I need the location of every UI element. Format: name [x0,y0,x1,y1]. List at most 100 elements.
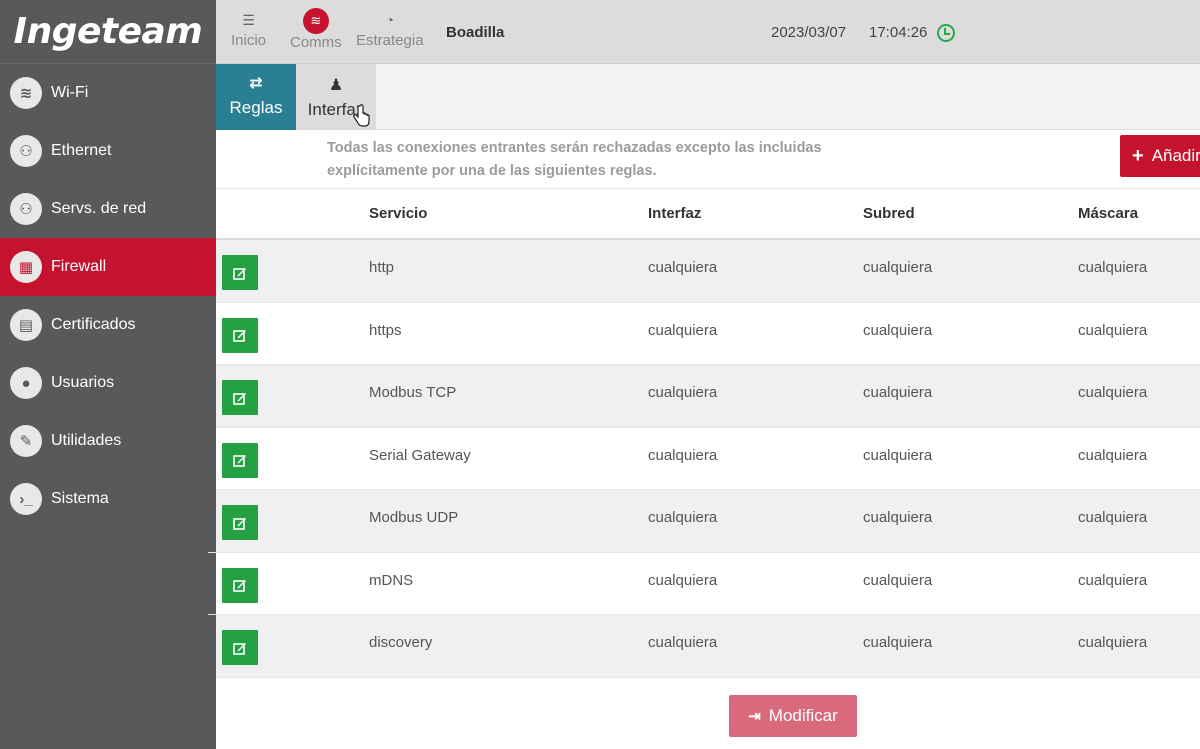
column-header-service: Servicio [369,205,428,222]
cell-service: https [369,321,402,339]
cell-subnet: cualquiera [863,384,933,401]
edit-icon [233,330,246,342]
edit-rule-button[interactable] [222,567,258,603]
plus-icon: + [1132,144,1144,167]
cell-mask: cualquiera [1078,259,1148,276]
cell-mask: cualquiera [1078,571,1148,589]
table-body: http cualquiera cualquiera cualquiera https c… [216,240,1200,678]
top-nav-label: Comms [290,34,342,51]
cell-subnet: cualquiera [863,446,933,464]
hand-cursor-icon [353,104,370,127]
sidebar-item-usuarios[interactable]: ● Usuarios [0,354,216,412]
cell-mask: cualquiera [1078,634,1148,651]
wrench-icon: ✎ [10,425,42,457]
top-nav-estrategia[interactable]: ◔ Estrategia [356,8,424,49]
column-header-interface: Interfaz [648,205,702,222]
sign-in-icon: ⇥ [748,708,761,725]
cell-interface: cualquiera [648,634,718,651]
cell-service: Serial Gateway [369,446,471,464]
rules-table: Servicio Interfaz Subred Máscara http cua… [216,188,1200,678]
sidebar-item-label: Sistema [51,490,109,507]
edit-rule-button[interactable] [222,380,258,415]
cell-interface: cualquiera [648,384,718,401]
top-nav-label: Estrategia [356,32,424,49]
wifi-icon: ≋ [302,8,329,34]
edit-icon [233,455,246,467]
cell-mask: cualquiera [1078,509,1148,526]
sidebar-item-label: Firewall [51,258,107,275]
firewall-notice: Todas las conexiones entrantes serán rec… [327,137,887,183]
table-row: Serial Gateway cualquiera cualquiera cualqu… [216,427,1200,490]
table-row: Modbus TCP cualquiera cualquiera cualquiera [216,365,1200,428]
edit-rule-button[interactable] [222,255,258,290]
modify-label: Modificar [768,706,838,725]
cell-interface: cualquiera [648,509,718,526]
top-nav-comms[interactable]: ≋ Comms [290,8,342,51]
add-rule-button[interactable]: + Añadir [1120,135,1200,177]
sidebar-item-label: Ethernet [51,142,112,159]
grid-icon: ▦ [10,251,42,283]
exchange-icon: ⇄ [249,75,263,92]
column-header-mask: Máscara [1078,205,1139,222]
sidebar-item-label: Servs. de red [51,200,147,217]
table-row: http cualquiera cualquiera cualquiera [216,240,1200,303]
top-bar: ☰ Inicio ≋ Comms ◔ Estrategia Boadilla 2… [216,0,1200,64]
cell-interface: cualquiera [648,571,718,589]
add-rule-label: Añadir [1151,146,1200,165]
table-row: https cualquiera cualquiera cualquiera [216,302,1200,365]
tab-reglas[interactable]: ⇄ Reglas [216,64,296,130]
terminal-icon: ›_ [10,483,42,515]
edit-icon [233,392,246,405]
sidebar-item-label: Utilidades [51,432,122,449]
cell-subnet: cualquiera [863,509,933,526]
edit-rule-button[interactable] [222,442,258,478]
user-icon: ● [10,367,42,399]
cell-subnet: cualquiera [863,321,933,339]
table-row: discovery cualquiera cualquiera cualquiera [216,615,1200,678]
edit-rule-button[interactable] [222,505,258,540]
sidebar-item-wi-fi[interactable]: ≋ Wi-Fi [0,64,216,122]
edit-rule-button[interactable] [222,630,258,665]
cell-mask: cualquiera [1078,321,1148,339]
network-services-icon: ⚇ [10,193,42,225]
date-display: 2023/03/07 [771,24,847,41]
sidebar-item-servs-de-red[interactable]: ⚇ Servs. de red [0,180,216,238]
cell-mask: cualquiera [1078,384,1148,401]
sidebar-divider [208,552,216,553]
edit-icon [233,267,246,280]
sidebar-item-ethernet[interactable]: ⚇ Ethernet [0,122,216,180]
table-row: mDNS cualquiera cualquiera cualquiera [216,552,1200,615]
sidebar-item-sistema[interactable]: ›_ Sistema [0,470,216,528]
document-icon: ▤ [10,309,42,341]
cell-subnet: cualquiera [863,259,933,276]
cell-subnet: cualquiera [863,634,933,651]
cell-service: discovery [369,634,433,651]
time-display: 17:04:26 [869,24,928,41]
sidebar-nav: ≋ Wi-Fi ⚇ Ethernet ⚇ Servs. de red ▦ Firewall ▤ C… [0,64,216,528]
edit-rule-button[interactable] [222,317,258,353]
edit-icon [233,580,246,592]
top-nav-label: Inicio [231,32,267,49]
sidebar: Ingeteam ≋ Wi-Fi ⚇ Ethernet ⚇ Servs. de red ▦ F… [0,0,216,749]
dashboard-icon: ◔ [385,12,394,28]
sitemap-icon: ♟ [328,76,344,94]
clock-icon [937,24,955,42]
network-icon: ⚇ [10,135,42,167]
tab-label: Reglas [229,98,283,117]
cell-service: Modbus TCP [369,384,457,401]
sidebar-item-label: Certificados [51,316,136,333]
modify-button[interactable]: ⇥ Modificar [729,695,857,737]
brand-logo: Ingeteam [0,0,216,64]
top-nav-inicio[interactable]: ☰ Inicio [231,8,267,50]
sidebar-item-utilidades[interactable]: ✎ Utilidades [0,412,216,470]
sidebar-item-label: Usuarios [51,374,115,391]
sidebar-item-label: Wi-Fi [51,84,89,101]
table-row: Modbus UDP cualquiera cualquiera cualquiera [216,490,1200,553]
sidebar-item-certificados[interactable]: ▤ Certificados [0,296,216,354]
cell-interface: cualquiera [648,321,718,339]
column-header-subnet: Subred [863,205,915,222]
cell-mask: cualquiera [1078,446,1148,464]
sidebar-item-firewall[interactable]: ▦ Firewall [0,238,216,296]
notice-line: explícitamente por una de las siguientes… [327,163,657,179]
edit-icon [233,642,246,655]
